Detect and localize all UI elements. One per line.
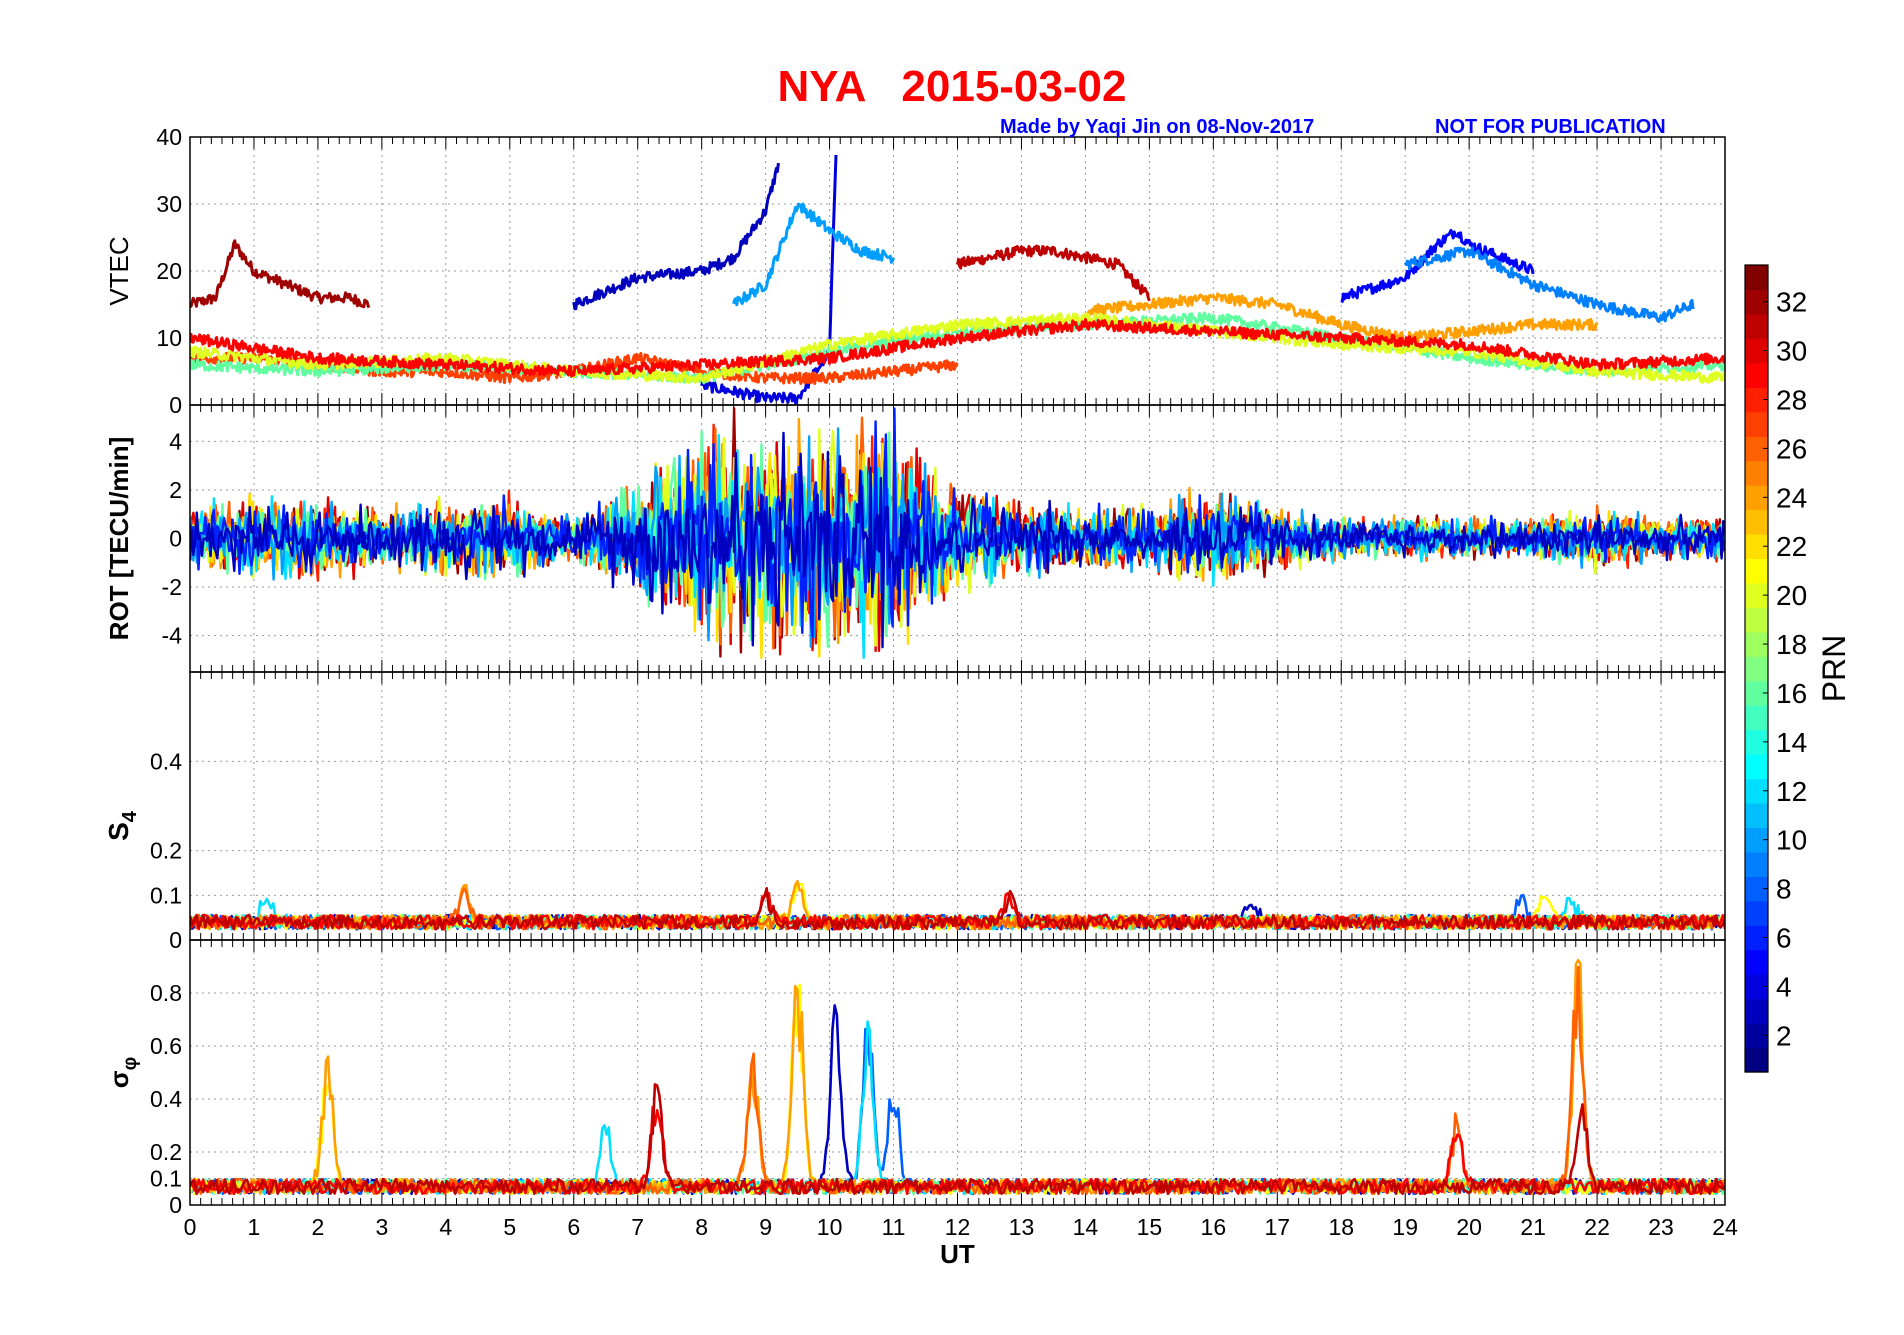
x-tick-label: 5 (503, 1214, 516, 1240)
colorbar-swatch (1745, 656, 1768, 682)
colorbar-tick-label: 32 (1776, 287, 1807, 318)
panel-data-group (190, 407, 1725, 660)
y-tick-label: 10 (156, 325, 182, 351)
x-tick-label: 0 (184, 1214, 197, 1240)
colorbar-swatch (1745, 509, 1768, 535)
series-line-prn-3 (572, 162, 780, 311)
y-axis-label: ROT [TECU/min] (104, 437, 134, 641)
colorbar-tick-label: 30 (1776, 336, 1807, 367)
y-tick-label: 0.2 (150, 1139, 182, 1165)
chart-title: NYA 2015-03-02 (777, 62, 1127, 111)
colorbar-tick-label: 24 (1776, 482, 1807, 513)
colorbar-tick-label: 14 (1776, 727, 1807, 758)
y-tick-label: 0.1 (150, 882, 182, 908)
colorbar-swatch (1745, 998, 1768, 1024)
colorbar-swatch (1745, 607, 1768, 633)
publication-notice: NOT FOR PUBLICATION (1435, 116, 1666, 138)
credit-text: Made by Yaqi Jin on 08-Nov-2017 (1000, 116, 1315, 138)
colorbar-tick-label: 6 (1776, 923, 1792, 954)
y-tick-label: 0.2 (150, 838, 182, 864)
x-tick-label: 15 (1137, 1214, 1163, 1240)
y-axis-label: σφ (104, 1057, 141, 1088)
series-line-prn-31 (956, 244, 1151, 302)
y-tick-label: 0.1 (150, 1166, 182, 1192)
y-tick-label: 4 (169, 428, 182, 454)
colorbar-swatch (1745, 705, 1768, 731)
colorbar-swatch (1745, 265, 1768, 291)
y-tick-label: 0.4 (150, 748, 182, 774)
colorbar-tick-label: 26 (1776, 433, 1807, 464)
colorbar-swatch (1745, 362, 1768, 388)
colorbar-label: PRN (1816, 635, 1852, 703)
plot-area: 010203040VTEC-4-2024ROT [TECU/min]00.10.… (103, 124, 1852, 1269)
y-tick-label: 2 (169, 477, 182, 503)
x-tick-label: 14 (1073, 1214, 1099, 1240)
y-tick-label: 0.8 (150, 980, 182, 1006)
y-tick-label: 0 (169, 392, 182, 418)
x-tick-label: 20 (1456, 1214, 1482, 1240)
y-tick-label: 0.6 (150, 1033, 182, 1059)
y-tick-label: 30 (156, 191, 182, 217)
x-tick-label: 17 (1264, 1214, 1290, 1240)
colorbar-tick-label: 16 (1776, 678, 1807, 709)
x-tick-label: 18 (1328, 1214, 1354, 1240)
x-tick-label: 12 (945, 1214, 971, 1240)
y-tick-label: 40 (156, 124, 182, 150)
colorbar-tick-label: 8 (1776, 874, 1792, 905)
series-line-prn-9 (1403, 246, 1695, 323)
colorbar-swatch (1745, 313, 1768, 339)
x-tick-label: 8 (695, 1214, 708, 1240)
y-tick-label: 0.4 (150, 1086, 182, 1112)
x-tick-label: 3 (375, 1214, 388, 1240)
colorbar-swatch (1745, 803, 1768, 829)
y-tick-label: 0 (169, 927, 182, 953)
x-tick-label: 16 (1201, 1214, 1227, 1240)
colorbar-swatch (1745, 754, 1768, 780)
x-tick-label: 24 (1712, 1214, 1738, 1240)
x-tick-label: 1 (248, 1214, 261, 1240)
colorbar-swatch (1745, 411, 1768, 437)
colorbar-tick-label: 18 (1776, 629, 1807, 660)
y-tick-label: 0 (169, 526, 182, 552)
colorbar-tick-label: 10 (1776, 825, 1807, 856)
x-axis-label: UT (940, 1239, 975, 1269)
colorbar-tick-label: 2 (1776, 1020, 1792, 1051)
series-line-prn-32 (190, 239, 371, 309)
colorbar-swatch (1745, 949, 1768, 975)
y-tick-label: -2 (162, 574, 182, 600)
x-tick-label: 4 (439, 1214, 452, 1240)
x-tick-label: 6 (567, 1214, 580, 1240)
x-tick-label: 19 (1392, 1214, 1418, 1240)
x-tick-label: 13 (1009, 1214, 1035, 1240)
colorbar-tick-label: 12 (1776, 776, 1807, 807)
colorbar-tick-label: 28 (1776, 385, 1807, 416)
colorbar-swatch (1745, 1047, 1768, 1073)
colorbar-tick-label: 4 (1776, 971, 1792, 1002)
colorbar-swatch (1745, 558, 1768, 584)
colorbar-swatch (1745, 900, 1768, 926)
colorbar-swatch (1745, 460, 1768, 486)
y-tick-label: -4 (162, 623, 183, 649)
y-tick-label: 20 (156, 258, 182, 284)
y-tick-label: 0 (169, 1192, 182, 1218)
series-line-prn-10 (732, 202, 895, 307)
x-tick-label: 7 (631, 1214, 644, 1240)
y-axis-label: VTEC (104, 236, 134, 305)
x-tick-label: 22 (1584, 1214, 1610, 1240)
x-tick-label: 23 (1648, 1214, 1674, 1240)
x-tick-label: 9 (759, 1214, 772, 1240)
figure: NYA 2015-03-02 Made by Yaqi Jin on 08-No… (0, 0, 1904, 1330)
y-axis-label: S4 (103, 810, 141, 841)
colorbar-swatch (1745, 851, 1768, 877)
x-tick-label: 10 (817, 1214, 843, 1240)
x-tick-label: 21 (1520, 1214, 1546, 1240)
x-tick-label: 2 (312, 1214, 325, 1240)
x-tick-label: 11 (882, 1214, 906, 1240)
series-line-prn-3 (190, 1004, 1725, 1196)
colorbar-tick-label: 20 (1776, 580, 1807, 611)
colorbar-tick-label: 22 (1776, 531, 1807, 562)
